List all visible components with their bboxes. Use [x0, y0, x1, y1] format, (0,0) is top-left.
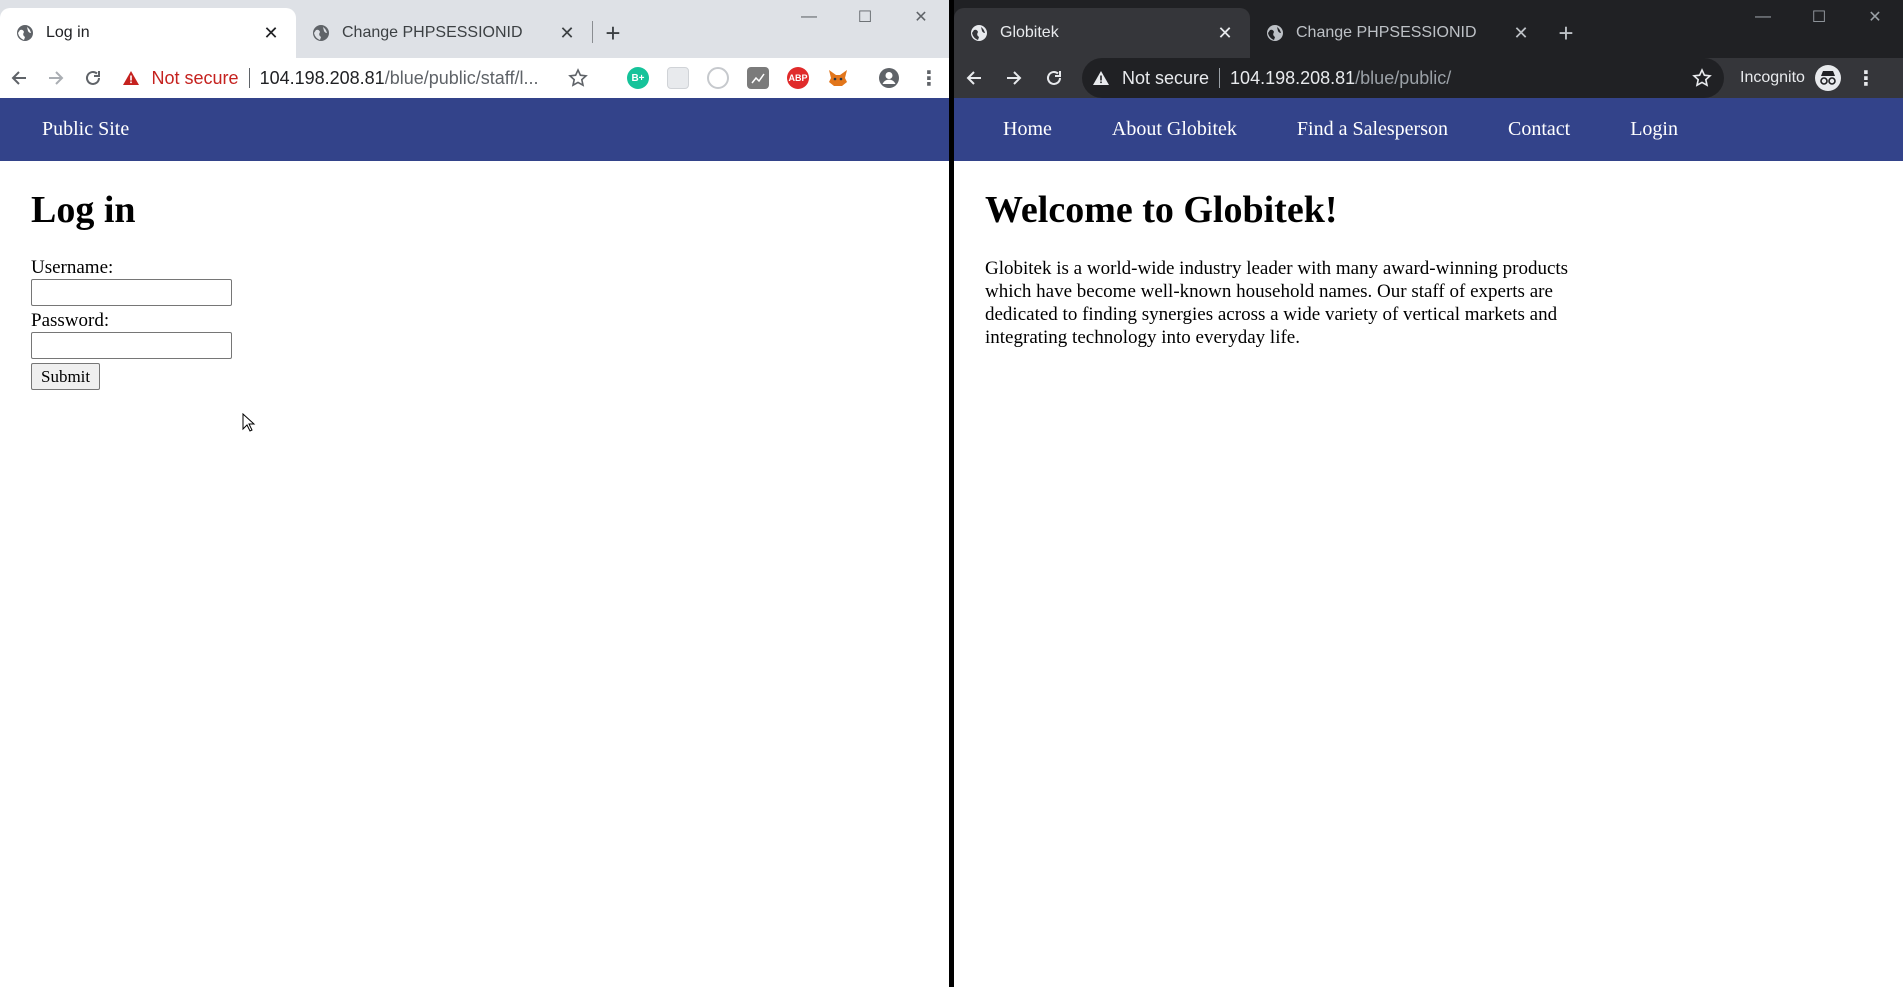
- maximize-icon[interactable]: ☐: [837, 0, 893, 34]
- login-content: Log in Username: Password: Submit: [0, 161, 949, 420]
- page-content-right: Home About Globitek Find a Salesperson C…: [954, 98, 1903, 987]
- url-host: 104.198.208.81: [259, 67, 385, 88]
- security-status[interactable]: Not secure: [1122, 68, 1209, 89]
- nav-find-salesperson[interactable]: Find a Salesperson: [1297, 118, 1448, 141]
- close-tab-icon[interactable]: ✕: [556, 22, 578, 44]
- address-divider: [248, 68, 250, 88]
- tab-title: Change PHPSESSIONID: [342, 24, 523, 41]
- warning-icon[interactable]: [122, 68, 142, 88]
- globe-icon: [970, 24, 988, 42]
- intro-paragraph: Globitek is a world-wide industry leader…: [985, 258, 1569, 348]
- metamask-icon[interactable]: [827, 67, 849, 89]
- forward-button[interactable]: [37, 58, 74, 98]
- browser-toolbar: Not secure 104.198.208.81/blue/public/st…: [0, 58, 949, 98]
- bookmark-star-icon[interactable]: [1690, 66, 1714, 90]
- circle-extension-icon[interactable]: [706, 67, 729, 89]
- username-field[interactable]: [31, 279, 232, 306]
- close-tab-icon[interactable]: ✕: [260, 22, 282, 44]
- window-controls: — ☐ ✕: [1735, 0, 1903, 34]
- back-button[interactable]: [954, 58, 994, 98]
- address-bar[interactable]: Not secure 104.198.208.81/blue/public/: [1082, 58, 1724, 98]
- address-bar[interactable]: Not secure 104.198.208.81/blue/public/st…: [111, 58, 600, 98]
- forward-arrow-icon: [48, 71, 64, 85]
- menu-kebab-icon[interactable]: ⋮: [1855, 67, 1877, 90]
- tab-title: Log in: [46, 24, 90, 41]
- close-tab-icon[interactable]: ✕: [1510, 22, 1532, 44]
- site-nav: Home About Globitek Find a Salesperson C…: [954, 98, 1903, 161]
- nav-about-globitek[interactable]: About Globitek: [1112, 118, 1237, 141]
- reload-icon: [85, 70, 100, 85]
- close-window-icon[interactable]: ✕: [1847, 0, 1903, 34]
- page-title: Welcome to Globitek!: [985, 189, 1338, 231]
- warning-icon[interactable]: [1092, 68, 1112, 88]
- incognito-label[interactable]: Incognito: [1740, 69, 1805, 87]
- minimize-icon[interactable]: —: [1735, 0, 1791, 34]
- submit-button[interactable]: Submit: [31, 363, 101, 390]
- password-field[interactable]: [31, 332, 232, 359]
- grammarly-icon[interactable]: B+: [626, 67, 649, 89]
- nav-home[interactable]: Home: [1003, 118, 1052, 141]
- password-label: Password:: [31, 310, 110, 331]
- username-label: Username:: [31, 257, 114, 278]
- close-tab-icon[interactable]: ✕: [1214, 22, 1236, 44]
- url-text[interactable]: 104.198.208.81/blue/public/staff/l...: [260, 68, 566, 89]
- browser-window-left: Log in ✕ Change PHPSESSIONID ✕ + — ☐ ✕ N…: [0, 0, 949, 987]
- reload-icon: [1047, 70, 1061, 85]
- back-button[interactable]: [0, 58, 37, 98]
- mouse-cursor-icon: [242, 413, 256, 432]
- maximize-icon[interactable]: ☐: [1791, 0, 1847, 34]
- menu-kebab-icon[interactable]: ⋮: [918, 67, 940, 90]
- window-controls: — ☐ ✕: [781, 0, 949, 34]
- globe-icon: [16, 24, 34, 42]
- site-nav: Public Site: [0, 98, 949, 161]
- new-tab-button[interactable]: +: [593, 8, 633, 58]
- forward-button[interactable]: [994, 58, 1034, 98]
- url-host: 104.198.208.81: [1230, 67, 1356, 88]
- nav-login[interactable]: Login: [1630, 118, 1678, 141]
- chart-extension-icon[interactable]: [746, 67, 769, 89]
- browser-window-right: Globitek ✕ Change PHPSESSIONID ✕ + — ☐ ✕: [954, 0, 1903, 987]
- bookmark-star-icon[interactable]: [566, 66, 590, 90]
- incognito-icon[interactable]: [1814, 65, 1841, 91]
- close-window-icon[interactable]: ✕: [893, 0, 949, 34]
- page-title: Log in: [31, 189, 136, 231]
- security-status[interactable]: Not secure: [152, 68, 239, 89]
- profile-icon[interactable]: [878, 67, 900, 89]
- new-tab-button[interactable]: +: [1546, 8, 1586, 58]
- blank-extension-icon[interactable]: [666, 67, 689, 89]
- page-content-left: Public Site Log in Username: Password: S…: [0, 98, 949, 987]
- welcome-content: Welcome to Globitek! Globitek is a world…: [954, 161, 1903, 379]
- back-arrow-icon: [966, 71, 981, 85]
- extensions-area: B+ ABP ⋮: [618, 67, 949, 90]
- tab-title: Globitek: [1000, 24, 1059, 41]
- nav-contact[interactable]: Contact: [1508, 118, 1570, 141]
- tab-change-phpsessionid[interactable]: Change PHPSESSIONID ✕: [296, 8, 592, 58]
- tab-title: Change PHPSESSIONID: [1296, 24, 1477, 41]
- forward-arrow-icon: [1007, 71, 1022, 85]
- globe-icon: [312, 24, 330, 42]
- globe-icon: [1266, 24, 1284, 42]
- nav-public-site[interactable]: Public Site: [42, 118, 129, 141]
- url-path: /blue/public/staff/l...: [384, 67, 539, 88]
- minimize-icon[interactable]: —: [781, 0, 837, 34]
- reload-button[interactable]: [74, 58, 111, 98]
- url-path: /blue/public/: [1355, 67, 1452, 88]
- login-form: Username: Password: Submit: [31, 257, 918, 390]
- reload-button[interactable]: [1034, 58, 1074, 98]
- tab-change-phpsessionid[interactable]: Change PHPSESSIONID ✕: [1250, 8, 1546, 58]
- browser-toolbar: Not secure 104.198.208.81/blue/public/ I…: [954, 58, 1903, 98]
- adblock-icon[interactable]: ABP: [786, 67, 809, 89]
- address-divider: [1219, 68, 1221, 88]
- back-arrow-icon: [11, 71, 26, 85]
- tab-globitek[interactable]: Globitek ✕: [954, 8, 1250, 58]
- url-text[interactable]: 104.198.208.81/blue/public/: [1230, 68, 1690, 89]
- tab-log-in[interactable]: Log in ✕: [0, 8, 296, 58]
